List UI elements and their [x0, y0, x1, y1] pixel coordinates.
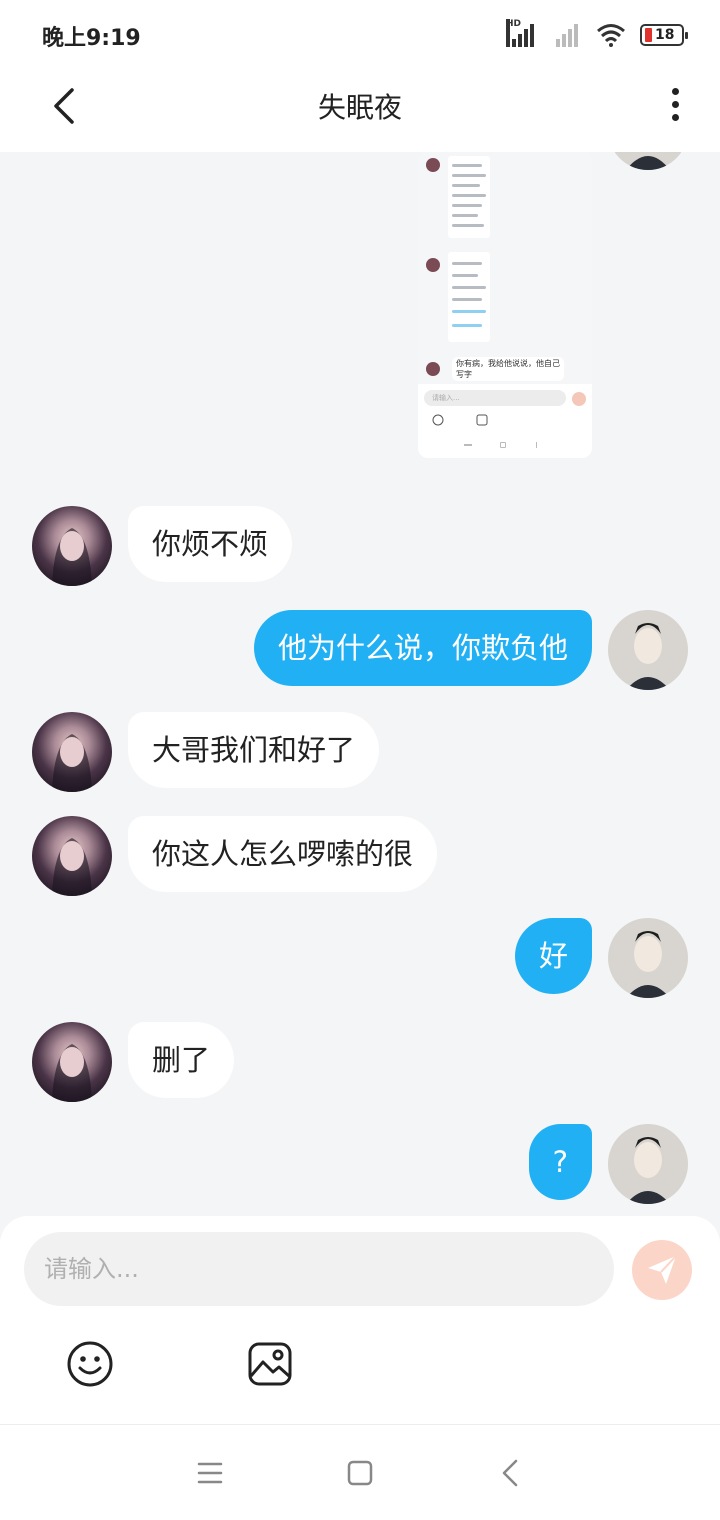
network-type-label: HD	[506, 19, 521, 47]
composer-panel	[0, 1216, 720, 1424]
message-bubble[interactable]: ?	[528, 1124, 592, 1200]
avatar[interactable]	[608, 152, 688, 170]
avatar[interactable]	[608, 610, 688, 690]
chat-header: 失眠夜	[0, 66, 720, 152]
signal-icon: HD	[506, 19, 538, 47]
image-icon[interactable]	[246, 1340, 294, 1388]
system-nav-bar	[0, 1424, 720, 1520]
avatar[interactable]	[32, 816, 112, 896]
emoji-icon[interactable]	[66, 1340, 114, 1388]
send-icon	[648, 1255, 677, 1284]
status-time: 晚上9:19	[42, 26, 141, 51]
battery-icon: 18	[640, 24, 688, 46]
send-button[interactable]	[632, 1240, 692, 1300]
message-bubble[interactable]: 他为什么说，你欺负他	[253, 610, 592, 686]
status-bar: 晚上9:19 HD 18	[0, 0, 720, 66]
home-icon[interactable]	[342, 1455, 378, 1491]
chat-title: 失眠夜	[317, 91, 402, 124]
shared-screenshot-image[interactable]: 你有病，我给他说说，他自己写字 请输入...	[418, 152, 592, 458]
menu-icon[interactable]	[192, 1455, 228, 1491]
avatar[interactable]	[32, 506, 112, 586]
wifi-icon	[597, 24, 625, 47]
back-icon[interactable]	[494, 1455, 530, 1491]
signal-off-icon	[552, 23, 582, 47]
message-bubble[interactable]: 删了	[128, 1022, 235, 1098]
status-icons: HD 18	[506, 19, 688, 50]
message-bubble[interactable]: 大哥我们和好了	[128, 712, 380, 788]
message-bubble[interactable]: 你这人怎么啰嗦的很	[128, 816, 438, 892]
avatar[interactable]	[608, 1124, 688, 1204]
avatar[interactable]	[32, 712, 112, 792]
message-bubble[interactable]: 你烦不烦	[128, 506, 293, 582]
screenshot-input-placeholder: 请输入...	[424, 390, 566, 406]
chat-area[interactable]: 你有病，我给他说说，他自己写字 请输入... 你烦不烦 他为什么说，你欺负他 大…	[0, 152, 720, 1216]
battery-level: 18	[655, 27, 675, 43]
avatar[interactable]	[608, 918, 688, 998]
avatar[interactable]	[32, 1022, 112, 1102]
screenshot-caption: 你有病，我给他说说，他自己写字	[452, 357, 564, 381]
message-bubble[interactable]: 好	[514, 918, 592, 994]
more-vertical-icon[interactable]	[660, 82, 690, 126]
message-input[interactable]	[24, 1232, 614, 1306]
